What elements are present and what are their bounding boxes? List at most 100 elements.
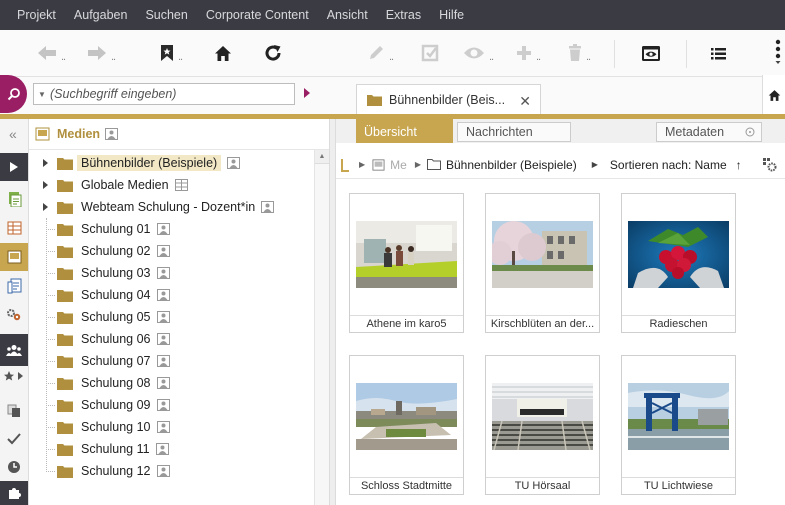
tree-scrollbar[interactable]: ▲: [314, 150, 329, 505]
forward-button[interactable]: ..: [87, 43, 116, 63]
breadcrumb-root[interactable]: Me: [390, 158, 407, 172]
tree-item[interactable]: Schulung 11: [29, 438, 314, 460]
gallery-scrollbar[interactable]: [771, 179, 785, 505]
folder-icon: [57, 333, 73, 346]
menu-corporate-content[interactable]: Corporate Content: [197, 0, 318, 30]
home-button[interactable]: [214, 43, 232, 63]
breadcrumb-arrow-icon: ▶: [414, 160, 421, 169]
rail-structure-button[interactable]: [0, 214, 28, 242]
home-icon: [215, 45, 231, 61]
media-thumbnail[interactable]: Schloss Stadtmitte: [349, 355, 464, 495]
scroll-up-icon[interactable]: ▲: [315, 150, 329, 164]
dropdown-dots: ..: [489, 51, 494, 63]
tab-buehnenbilder[interactable]: Bühnenbilder (Beis... ✕: [356, 84, 541, 115]
list-view-button[interactable]: [711, 43, 726, 63]
reload-button[interactable]: [264, 43, 282, 63]
preview-button[interactable]: ..: [463, 43, 494, 63]
dropdown-dots: ..: [586, 51, 591, 63]
tree-item[interactable]: Schulung 01: [29, 218, 314, 240]
folder-icon: [57, 421, 73, 434]
edit-button[interactable]: ..: [367, 43, 394, 63]
media-tree: Bühnenbilder (Beispiele) Globale Medien We…: [29, 150, 314, 505]
panel-splitter[interactable]: [329, 119, 336, 505]
tree-connector: [46, 427, 55, 428]
menu-ansicht[interactable]: Ansicht: [318, 0, 377, 30]
media-thumbnail[interactable]: TU Hörsaal: [485, 355, 600, 495]
media-thumbnail[interactable]: Radieschen: [621, 193, 736, 333]
thumbnail-image: [356, 383, 457, 450]
permission-icon: [157, 465, 170, 480]
tree-item[interactable]: Webteam Schulung - Dozent*in: [29, 196, 314, 218]
tree-item[interactable]: Schulung 09: [29, 394, 314, 416]
rail-history-button[interactable]: [0, 453, 28, 481]
rail-templates-button[interactable]: [0, 301, 28, 329]
menu-suchen[interactable]: Suchen: [136, 0, 196, 30]
menu-projekt[interactable]: Projekt: [8, 0, 65, 30]
rail-copy-button[interactable]: [0, 397, 28, 425]
expand-arrow-icon[interactable]: [43, 159, 48, 167]
tab-nachrichten[interactable]: Nachrichten: [457, 122, 571, 142]
thumbnail-caption: TU Lichtwiese: [622, 477, 735, 494]
rail-users-button[interactable]: [0, 334, 28, 366]
tree-item[interactable]: Schulung 08: [29, 372, 314, 394]
rail-plugins-button[interactable]: [0, 481, 28, 505]
export-button[interactable]: [421, 43, 439, 63]
tree-connector: [46, 383, 55, 384]
tree-item[interactable]: Schulung 07: [29, 350, 314, 372]
tree-item-label: Schulung 07: [81, 354, 151, 368]
view-settings-icon[interactable]: [762, 157, 777, 172]
media-thumbnail[interactable]: Athene im karo5: [349, 193, 464, 333]
search-go-icon[interactable]: [304, 88, 310, 98]
tree-item[interactable]: Schulung 10: [29, 416, 314, 438]
thumbnail-caption: Kirschblüten an der...: [486, 315, 599, 332]
bookmark-button[interactable]: ..: [160, 43, 183, 63]
tab-metadaten-label: Metadaten: [665, 125, 725, 139]
permission-icon: [227, 157, 240, 172]
search-input[interactable]: [50, 87, 290, 101]
add-button[interactable]: ..: [516, 43, 541, 63]
tree-connector: [46, 295, 55, 296]
collapse-panel-icon[interactable]: «: [9, 126, 17, 142]
expand-arrow-icon[interactable]: [43, 203, 48, 211]
sort-direction-icon[interactable]: ↑: [736, 158, 742, 172]
dropdown-dots: ..: [111, 51, 116, 63]
back-button[interactable]: ..: [37, 43, 66, 63]
search-dropdown-icon[interactable]: ▼: [34, 90, 50, 99]
media-thumbnail[interactable]: TU Lichtwiese: [621, 355, 736, 495]
rail-start-button[interactable]: [0, 153, 28, 181]
rail-tasks-button[interactable]: [0, 425, 28, 453]
delete-button[interactable]: ..: [568, 43, 591, 63]
close-icon[interactable]: ✕: [519, 93, 531, 110]
forward-arrow-icon: [88, 46, 106, 60]
rail-favorites-button[interactable]: [0, 366, 28, 386]
info-icon: [745, 127, 755, 137]
tab-metadaten[interactable]: Metadaten: [656, 122, 762, 142]
tree-item[interactable]: Globale Medien: [29, 174, 314, 196]
tree-item[interactable]: Schulung 03: [29, 262, 314, 284]
tree-item[interactable]: Schulung 06: [29, 328, 314, 350]
start-page-button[interactable]: [762, 75, 785, 115]
tree-item[interactable]: Schulung 05: [29, 306, 314, 328]
sort-selector[interactable]: Sortieren nach: Name: [610, 158, 727, 172]
rail-data-button[interactable]: [0, 272, 28, 300]
tab-uebersicht[interactable]: Übersicht: [356, 119, 453, 143]
media-thumbnail[interactable]: Kirschblüten an der...: [485, 193, 600, 333]
play-icon: [10, 162, 18, 172]
breadcrumb-folder[interactable]: Bühnenbilder (Beispiele): [446, 158, 577, 172]
rail-pages-button[interactable]: [0, 185, 28, 213]
menu-hilfe[interactable]: Hilfe: [430, 0, 473, 30]
preview-window-button[interactable]: [641, 43, 661, 63]
icon-rail: [0, 119, 29, 505]
more-button[interactable]: [774, 39, 782, 64]
menu-aufgaben[interactable]: Aufgaben: [65, 0, 137, 30]
tree-item[interactable]: Schulung 04: [29, 284, 314, 306]
menu-extras[interactable]: Extras: [377, 0, 430, 30]
tree-item[interactable]: Schulung 02: [29, 240, 314, 262]
tree-item-label: Schulung 12: [81, 464, 151, 478]
rail-media-button[interactable]: [0, 243, 28, 271]
tree-item[interactable]: Schulung 12: [29, 460, 314, 482]
folder-icon: [57, 443, 73, 456]
dropdown-dots: ..: [536, 51, 541, 63]
expand-arrow-icon[interactable]: [43, 181, 48, 189]
tree-item[interactable]: Bühnenbilder (Beispiele): [29, 152, 314, 174]
